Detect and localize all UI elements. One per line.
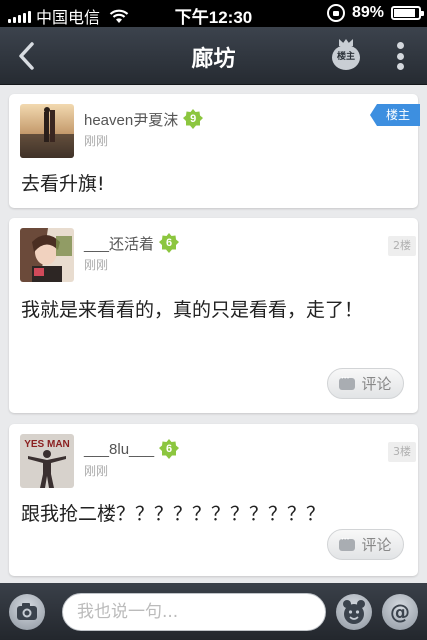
avatar[interactable]: YES MAN — [20, 434, 74, 488]
floor-number: 3楼 — [388, 442, 416, 462]
username-row: ___8lu___ 6 — [84, 438, 180, 460]
owner-icon-label: 楼主 — [332, 45, 360, 70]
post-time: 刚刚 — [84, 464, 109, 478]
rotation-lock-icon — [326, 4, 345, 22]
battery-percent: 89% — [351, 4, 384, 21]
post-content: 我就是来看看的，真的只是看看，走了！ — [21, 299, 364, 321]
post-time: 刚刚 — [84, 258, 109, 272]
comment-button[interactable]: 评论 — [327, 368, 404, 399]
nav-bar: 廊坊 楼主 — [0, 27, 427, 85]
level-badge: 6 — [158, 232, 180, 254]
composer-bar: 我也说一句... @ — [0, 583, 427, 640]
comment-label: 评论 — [361, 536, 392, 554]
mention-button[interactable]: @ — [382, 594, 418, 630]
username-row: ___还活着 6 — [84, 232, 180, 254]
avatar[interactable] — [20, 104, 74, 158]
emoji-icon — [343, 600, 365, 624]
post-card: YES MAN ___8lu___ 6 刚刚 3楼 跟我抢二楼？？？？？？？？？… — [9, 424, 418, 576]
username-row: heaven尹夏沫 9 — [84, 108, 204, 130]
svg-text:@: @ — [390, 600, 410, 624]
more-button[interactable] — [397, 42, 405, 70]
more-vertical-icon — [397, 42, 404, 49]
post-time: 刚刚 — [84, 134, 109, 148]
comment-icon — [339, 371, 356, 390]
comment-icon — [339, 532, 356, 551]
comment-input[interactable]: 我也说一句... — [62, 593, 326, 631]
owner-only-button[interactable]: 楼主 — [331, 39, 361, 71]
post-content: 去看升旗! — [21, 173, 105, 195]
username[interactable]: heaven尹夏沫 — [84, 109, 178, 130]
post-card: heaven尹夏沫 9 刚刚 楼主 去看升旗! — [9, 94, 420, 208]
camera-icon — [17, 603, 37, 620]
emoji-button[interactable] — [336, 594, 372, 630]
avatar-text: YES MAN — [24, 439, 70, 450]
camera-button[interactable] — [9, 594, 45, 630]
comment-label: 评论 — [361, 375, 392, 393]
battery-icon — [391, 6, 424, 20]
level-badge: 9 — [182, 108, 204, 130]
floor-number: 2楼 — [388, 236, 416, 256]
post-content: 跟我抢二楼？？？？？？？？？？？ — [21, 503, 326, 525]
owner-badge: 楼主 — [370, 104, 420, 126]
at-sign-icon: @ — [390, 600, 410, 624]
level-badge: 6 — [158, 438, 180, 460]
username[interactable]: ___还活着 — [84, 233, 154, 254]
status-bar: 中国电信 下午12:30 89% — [0, 0, 427, 27]
avatar[interactable] — [20, 228, 74, 282]
username[interactable]: ___8lu___ — [84, 441, 154, 458]
page-title: 廊坊 — [191, 47, 236, 72]
post-card: ___还活着 6 刚刚 2楼 我就是来看看的，真的只是看看，走了！ 评论 — [9, 218, 418, 413]
comment-button[interactable]: 评论 — [327, 529, 404, 560]
